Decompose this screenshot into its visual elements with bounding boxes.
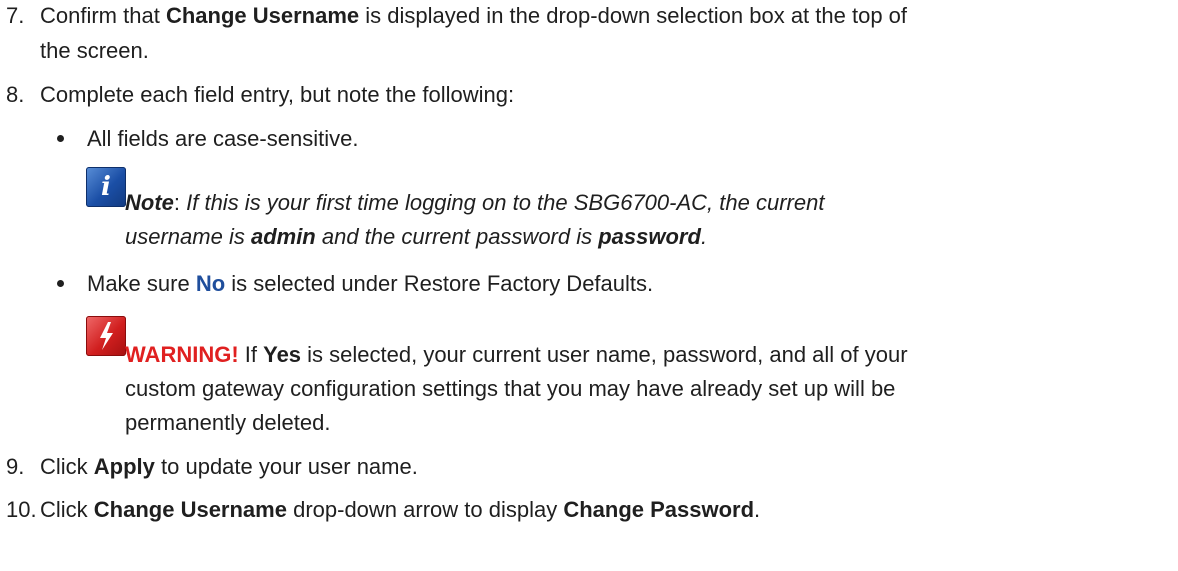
step-10-pre: Click bbox=[40, 497, 94, 522]
step-10-number: 10. bbox=[6, 497, 37, 522]
step-10-mid: drop-down arrow to display bbox=[286, 497, 564, 522]
note-password: password bbox=[598, 224, 701, 249]
note-text: If this is your first time logging on to… bbox=[186, 190, 825, 215]
step-9-post: to update your user name. bbox=[154, 454, 418, 479]
step-10-change-username: Change Username bbox=[93, 497, 287, 522]
step-9-text: Click Apply to update your user name. bbox=[40, 451, 418, 483]
info-icon: i bbox=[86, 167, 126, 207]
warning-text-rest: is selected, your current user name, pas… bbox=[301, 342, 908, 367]
step-7-text-line2: the screen. bbox=[40, 38, 149, 63]
step-7-text-rest: is displayed in the drop-down selection … bbox=[359, 3, 908, 28]
step-8-number: 8. bbox=[6, 82, 25, 107]
warning-line3: permanently deleted. bbox=[125, 410, 331, 435]
note-text-3: and the current password is bbox=[315, 224, 599, 249]
bullet-restore-defaults: Make sure No is selected under Restore F… bbox=[87, 268, 653, 300]
step-7-number: 7. bbox=[6, 3, 25, 28]
bullet2-text: Make sure bbox=[87, 271, 196, 296]
step-10-change-password: Change Password bbox=[563, 497, 755, 522]
step-7-text-line1: Confirm that Change Username is displaye… bbox=[40, 0, 907, 32]
bullet-marker bbox=[57, 280, 64, 287]
step-9-number: 9. bbox=[6, 454, 25, 479]
warning-label: WARNING! bbox=[125, 342, 239, 367]
warning-text: If bbox=[238, 342, 264, 367]
step-9-apply: Apply bbox=[93, 454, 155, 479]
warning-line2: custom gateway configuration settings th… bbox=[125, 376, 896, 401]
step-9-pre: Click bbox=[40, 454, 94, 479]
bullet2-no: No bbox=[195, 271, 226, 296]
instruction-document: 7. Confirm that Change Username is displ… bbox=[0, 0, 1178, 571]
note-text-2: username is bbox=[125, 224, 251, 249]
note-line1: Note: If this is your first time logging… bbox=[125, 187, 824, 219]
note-colon: : bbox=[173, 190, 187, 215]
note-line2: username is admin and the current passwo… bbox=[125, 221, 707, 253]
bullet-case-sensitive: All fields are case-sensitive. bbox=[87, 126, 359, 151]
step-10-text: Click Change Username drop-down arrow to… bbox=[40, 494, 760, 526]
step-10-period: . bbox=[754, 497, 761, 522]
step-7-text: Confirm that bbox=[40, 3, 166, 28]
note-label: Note bbox=[125, 190, 174, 215]
warning-yes: Yes bbox=[263, 342, 302, 367]
note-username: admin bbox=[250, 224, 316, 249]
bullet2-text-rest: is selected under Restore Factory Defaul… bbox=[225, 271, 654, 296]
note-period: . bbox=[700, 224, 708, 249]
step-8-text: Complete each field entry, but note the … bbox=[40, 82, 515, 107]
warning-line1: WARNING! If Yes is selected, your curren… bbox=[125, 339, 908, 371]
warning-icon bbox=[86, 316, 126, 356]
step-7-bold: Change Username bbox=[165, 3, 360, 28]
bullet-marker bbox=[57, 135, 64, 142]
